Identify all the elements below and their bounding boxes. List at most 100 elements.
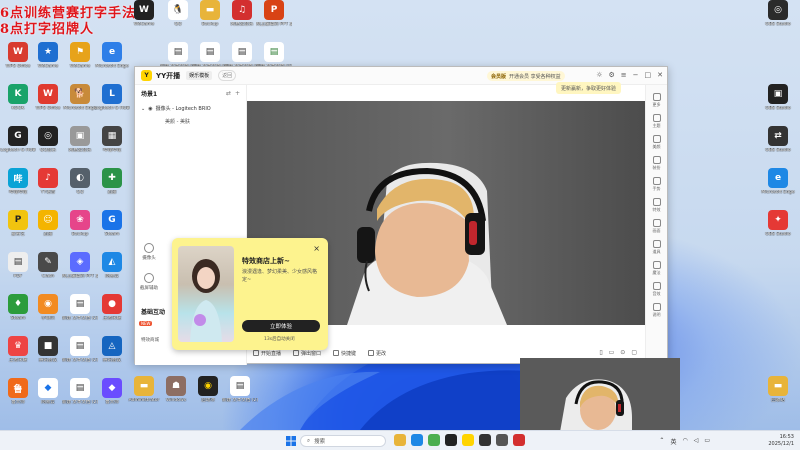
try-now-button[interactable]: 立即体验: [242, 320, 320, 332]
rail-props[interactable]: 道具: [652, 240, 661, 255]
desktop-icon[interactable]: L Logitech G HUB: [94, 84, 130, 122]
start-live-button[interactable]: 开始直播: [253, 350, 281, 357]
desktop-icon[interactable]: ♪ YY语音: [30, 168, 66, 206]
desktop-icon[interactable]: 🐧 QQ: [160, 0, 196, 38]
taskbar-search[interactable]: ⌕ 搜索: [300, 435, 386, 447]
back-button[interactable]: 返回: [218, 70, 237, 81]
desktop-icon[interactable]: ★ WeGame: [30, 42, 66, 80]
add-scene-icon[interactable]: +: [235, 90, 240, 97]
desktop-icon[interactable]: ◈网上编辑的 PPT 复盘: [62, 252, 98, 290]
layout-icon[interactable]: ▯: [599, 349, 602, 356]
rail-dress[interactable]: 装扮: [652, 156, 661, 171]
obs-icon[interactable]: [479, 434, 491, 446]
windows-start-icon[interactable]: [286, 436, 296, 446]
desktop-icon[interactable]: ◉ 启动项: [190, 376, 226, 414]
rail-help[interactable]: 说明: [652, 303, 661, 318]
file-icon: ▤: [230, 376, 250, 396]
chrome-icon[interactable]: [428, 434, 440, 446]
close-icon[interactable]: ×: [313, 244, 320, 253]
desktop-icon[interactable]: ◉ 小喇叭: [30, 294, 66, 332]
desktop-icon[interactable]: ▤新建 文本文档 (2).txt: [62, 336, 98, 374]
desktop-icon[interactable]: ✦ OBS Studio: [760, 210, 796, 248]
desktop-icon[interactable]: ◆ 鲁大师: [94, 378, 130, 416]
desktop-icon[interactable]: ❀ Backup: [62, 210, 98, 248]
desktop-icon[interactable]: P网上编辑的 PPT 复盘: [256, 0, 292, 38]
desktop-icon[interactable]: e Microsoft Edge: [760, 168, 796, 206]
source-item[interactable]: ⌄ ◉ 摄像头 - Logitech BRIO: [135, 102, 246, 115]
desktop-icon[interactable]: ▣ 网易云音乐: [62, 126, 98, 164]
desktop-icon[interactable]: ▤新建 文本文档 (2).txt: [62, 294, 98, 332]
desktop-icon[interactable]: ☺ 迅雷: [30, 210, 66, 248]
fullscreen-icon[interactable]: ▢: [631, 349, 637, 356]
scene-switch-icon[interactable]: ⇄: [226, 90, 231, 97]
desktop-icon[interactable]: 🐕 Microsoft Edge: [62, 84, 98, 122]
tool-screenshot[interactable]: 截屏辅助: [139, 273, 159, 291]
rail-more[interactable]: 更多: [652, 93, 661, 108]
rail-theme[interactable]: 主题: [652, 114, 661, 129]
rail-magic[interactable]: 魔法: [652, 261, 661, 276]
chevron-up-icon[interactable]: ⌃: [659, 437, 664, 446]
popout-button[interactable]: 弹出窗口: [293, 350, 321, 357]
battery-icon[interactable]: ▭: [704, 437, 710, 446]
volume-icon[interactable]: ◁: [694, 437, 699, 446]
desktop-icon[interactable]: ⚑ WeGame: [62, 42, 98, 80]
member-badge[interactable]: 会员版 开通会员 享受各种权益: [487, 71, 565, 81]
eye-icon[interactable]: ◉: [148, 106, 152, 112]
desktop-icon[interactable]: ■ 腾讯会议: [30, 336, 66, 374]
desktop-icon[interactable]: ◐ QQ: [62, 168, 98, 206]
maximize-icon[interactable]: □: [645, 71, 652, 79]
desktop-icon[interactable]: G Steam: [94, 210, 130, 248]
tray-lang[interactable]: 英: [670, 437, 676, 446]
app-icon[interactable]: [496, 434, 508, 446]
app-icon[interactable]: [513, 434, 525, 446]
mode-badge[interactable]: 娱乐模板: [186, 71, 213, 80]
desktop-icon[interactable]: ▦ 哔哩哔哩: [94, 126, 130, 164]
minimize-icon[interactable]: −: [633, 71, 639, 79]
app-icon[interactable]: [445, 434, 457, 446]
settings-icon[interactable]: ⚙: [608, 71, 614, 79]
chevron-down-icon[interactable]: ⌄: [141, 106, 145, 112]
gift-icon[interactable]: ☼: [596, 71, 602, 79]
camera-icon[interactable]: ⊙: [620, 349, 625, 356]
rail-effect[interactable]: 特效: [652, 198, 661, 213]
close-icon[interactable]: ✕: [657, 71, 663, 79]
desktop-icon[interactable]: ◆ 网易云: [30, 378, 66, 416]
change-button[interactable]: 更改: [368, 350, 386, 357]
desktop-icon[interactable]: ▬ 回收站: [760, 376, 796, 414]
desktop-icon[interactable]: ◭ 网易云: [94, 252, 130, 290]
rail-frame[interactable]: 画面: [652, 219, 661, 234]
hotkey-button[interactable]: 快捷键: [333, 350, 356, 357]
desktop-icon[interactable]: ▣ OBS Studio: [760, 84, 796, 122]
feature-effect-store[interactable]: 特效商城: [141, 337, 159, 343]
source-sub-item[interactable]: 美颜 - 美肤: [135, 115, 246, 128]
desktop-icon[interactable]: ◎ QQ音乐: [30, 126, 66, 164]
wifi-icon[interactable]: ◠: [682, 437, 687, 446]
edge-icon[interactable]: [411, 434, 423, 446]
desktop-icon[interactable]: e Microsoft Edge: [94, 42, 130, 80]
desktop-icon[interactable]: W WeGame: [126, 0, 162, 38]
taskbar-clock[interactable]: 16:53 2025/12/1: [768, 434, 794, 448]
tool-camera[interactable]: 摄像头: [139, 243, 159, 261]
desktop-icon[interactable]: ▬ Backup: [192, 0, 228, 38]
rail-beauty[interactable]: 美颜: [652, 135, 661, 150]
desktop-icon[interactable]: ● 王者荣耀: [94, 294, 130, 332]
desktop-icon[interactable]: ✚ 迅雷: [94, 168, 130, 206]
desktop-icon[interactable]: ♫ 网易云音乐: [224, 0, 260, 38]
desktop-icon[interactable]: ▬ Administrator: [126, 376, 162, 414]
screen-icon[interactable]: ▭: [609, 349, 615, 356]
camera-preview-window[interactable]: [520, 358, 680, 432]
rail-gesture[interactable]: 手势: [652, 177, 661, 192]
desktop-icon[interactable]: ◎ OBS Studio: [760, 0, 796, 38]
rail-sound[interactable]: 音效: [652, 282, 661, 297]
desktop-icon[interactable]: ▤新建 文本文档 (2).txt: [222, 376, 258, 414]
scene-label[interactable]: 场景1: [141, 89, 157, 98]
desktop-icon[interactable]: ⇄ OBS Studio: [760, 126, 796, 164]
menu-icon[interactable]: ≡: [621, 71, 627, 79]
yy-icon[interactable]: [462, 434, 474, 446]
desktop-icon[interactable]: ☗ Windows: [158, 376, 194, 414]
file-explorer-icon[interactable]: [394, 434, 406, 446]
desktop-icon[interactable]: ◬ 腾讯会议: [94, 336, 130, 374]
desktop-icon[interactable]: W WPS Office: [30, 84, 66, 122]
desktop-icon[interactable]: ✎ Clash: [30, 252, 66, 290]
desktop-icon[interactable]: ▤新建 文本文档 (2).txt: [62, 378, 98, 416]
